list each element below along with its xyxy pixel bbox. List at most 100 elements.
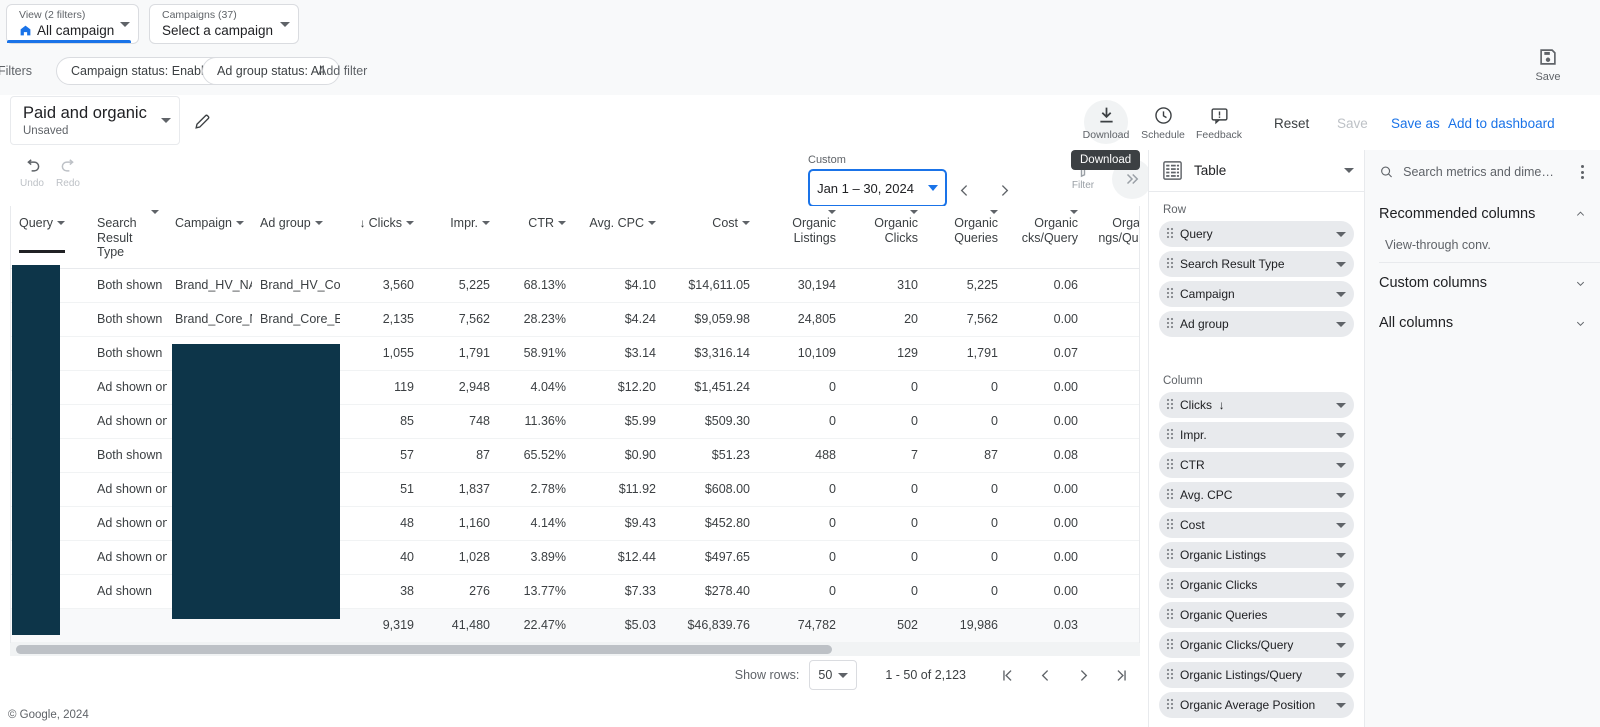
column-header-cost[interactable]: Cost (664, 206, 758, 269)
panel-section-all-columns[interactable]: All columns (1365, 303, 1600, 343)
chevron-down-icon[interactable] (1336, 672, 1346, 678)
column-pill-organic-listings[interactable]: Organic Listings (1159, 542, 1354, 568)
drag-handle-icon[interactable] (1165, 518, 1175, 532)
drag-handle-icon[interactable] (1165, 227, 1175, 241)
drag-handle-icon[interactable] (1165, 398, 1175, 412)
column-header-olist[interactable]: Organic Listings (758, 206, 844, 269)
column-header-oclicks[interactable]: Organic Clicks (844, 206, 926, 269)
reset-button[interactable]: Reset (1274, 108, 1309, 138)
cell-ocq: 0.00 (1006, 302, 1086, 337)
column-pill-cost[interactable]: Cost (1159, 512, 1354, 538)
filters-bar: Filters Campaign status: Enabled Ad grou… (0, 47, 1600, 95)
chevron-down-icon[interactable] (1336, 552, 1346, 558)
drag-handle-icon[interactable] (1165, 548, 1175, 562)
feedback-button[interactable]: Feedback (1191, 99, 1247, 147)
redo-button[interactable]: Redo (46, 156, 90, 189)
sort-desc-icon: ↓ (359, 216, 366, 230)
save-report-top-button[interactable]: Save (1520, 46, 1576, 83)
row-pill-campaign[interactable]: Campaign (1159, 281, 1354, 307)
table-row[interactable]: Both shownBrand_Core_NABrand_Core_EF2,13… (11, 302, 1139, 337)
chevron-down-icon[interactable] (1336, 321, 1346, 327)
horizontal-scrollbar-thumb[interactable] (16, 645, 832, 654)
column-pill-organic-clicks[interactable]: Organic Clicks (1159, 572, 1354, 598)
column-header-adgroup[interactable]: Ad group (252, 206, 340, 269)
download-button[interactable]: Download (1078, 99, 1134, 147)
drag-handle-icon[interactable] (1165, 257, 1175, 271)
panel-item-view-through-conv[interactable]: View-through conv. (1365, 234, 1600, 262)
chevron-down-icon[interactable] (1336, 612, 1346, 618)
schedule-button[interactable]: Schedule (1135, 99, 1191, 147)
drag-handle-icon[interactable] (1165, 638, 1175, 652)
column-header-impr[interactable]: Impr. (422, 206, 498, 269)
cell-clicks: 38 (340, 574, 422, 609)
column-header-oqueries[interactable]: Organic Queries (926, 206, 1006, 269)
column-pill-organic-average-position[interactable]: Organic Average Position (1159, 692, 1354, 718)
row-pill-query[interactable]: Query (1159, 221, 1354, 247)
report-title-selector[interactable]: Paid and organic Unsaved (10, 96, 180, 145)
chevron-down-icon[interactable] (1336, 231, 1346, 237)
first-page-button[interactable] (988, 656, 1026, 694)
drag-handle-icon[interactable] (1165, 458, 1175, 472)
visualization-selector[interactable]: Table (1149, 150, 1364, 192)
date-range-button[interactable]: Jan 1 – 30, 2024 (808, 169, 947, 207)
view-selector[interactable]: View (2 filters) All campaigns (6, 4, 139, 44)
last-page-button[interactable] (1102, 656, 1140, 694)
chevron-down-icon[interactable] (1336, 432, 1346, 438)
column-header-olq[interactable]: Organic ngs/Query (1086, 206, 1139, 269)
chevron-down-icon[interactable] (1336, 261, 1346, 267)
save-disk-icon (1540, 49, 1556, 65)
drag-handle-icon[interactable] (1165, 668, 1175, 682)
column-pill-organic-clicks-query[interactable]: Organic Clicks/Query (1159, 632, 1354, 658)
column-header-srt[interactable]: Search Result Type (89, 206, 167, 269)
rows-per-page-select[interactable]: 50 (809, 660, 858, 690)
chevron-down-icon[interactable] (1336, 492, 1346, 498)
search-input[interactable] (1403, 165, 1565, 179)
row-pill-search-result-type[interactable]: Search Result Type (1159, 251, 1354, 277)
column-pill-organic-listings-query[interactable]: Organic Listings/Query (1159, 662, 1354, 688)
column-pill-organic-queries[interactable]: Organic Queries (1159, 602, 1354, 628)
chevron-down-icon[interactable] (1336, 402, 1346, 408)
column-pill-avg-cpc[interactable]: Avg. CPC (1159, 482, 1354, 508)
edit-report-name-button[interactable] (186, 105, 218, 137)
drag-handle-icon[interactable] (1165, 608, 1175, 622)
chevron-down-icon[interactable] (1336, 291, 1346, 297)
cell-clicks: 57 (340, 438, 422, 473)
chevron-down-icon[interactable] (1336, 702, 1346, 708)
chevron-down-icon[interactable] (1336, 642, 1346, 648)
row-pill-ad-group[interactable]: Ad group (1159, 311, 1354, 337)
panel-section-recommended-columns[interactable]: Recommended columns (1365, 194, 1600, 234)
column-pill-ctr[interactable]: CTR (1159, 452, 1354, 478)
column-pill-impr[interactable]: Impr. (1159, 422, 1354, 448)
drag-handle-icon[interactable] (1165, 698, 1175, 712)
table-row[interactable]: Both shownBrand_HV_NA_Brand_HV_Core3,560… (11, 268, 1139, 303)
drag-handle-icon[interactable] (1165, 488, 1175, 502)
previous-date-range-button[interactable] (946, 172, 982, 208)
campaign-selector[interactable]: Campaigns (37) Select a campaign (149, 4, 299, 44)
chevron-down-icon[interactable] (1336, 582, 1346, 588)
column-pill-clicks[interactable]: Clicks ↓ (1159, 392, 1354, 418)
add-filter-button[interactable]: Add filter (318, 64, 367, 78)
column-header-clicks[interactable]: ↓ Clicks (340, 206, 422, 269)
total-cell-oclicks: 502 (844, 607, 926, 643)
chevron-down-icon[interactable] (1336, 462, 1346, 468)
column-header-ocq[interactable]: Organic cks/Query (1006, 206, 1086, 269)
previous-page-button[interactable] (1026, 656, 1064, 694)
panel-section-custom-columns[interactable]: Custom columns (1365, 263, 1600, 303)
save-as-button[interactable]: Save as (1391, 108, 1440, 138)
cell-clicks: 2,135 (340, 302, 422, 337)
more-vert-icon[interactable] (1573, 162, 1592, 182)
next-page-button[interactable] (1064, 656, 1102, 694)
pill-label: Organic Clicks/Query (1180, 638, 1294, 652)
next-date-range-button[interactable] (986, 172, 1022, 208)
add-to-dashboard-button[interactable]: Add to dashboard (1448, 108, 1555, 138)
drag-handle-icon[interactable] (1165, 287, 1175, 301)
drag-handle-icon[interactable] (1165, 578, 1175, 592)
drag-handle-icon[interactable] (1165, 317, 1175, 331)
column-header-query[interactable]: Query (11, 206, 89, 269)
column-header-campaign[interactable]: Campaign (167, 206, 252, 269)
drag-handle-icon[interactable] (1165, 428, 1175, 442)
column-header-cpc[interactable]: Avg. CPC (574, 206, 664, 269)
column-header-ctr[interactable]: CTR (498, 206, 574, 269)
cell-ctr: 58.91% (498, 336, 574, 371)
chevron-down-icon[interactable] (1336, 522, 1346, 528)
